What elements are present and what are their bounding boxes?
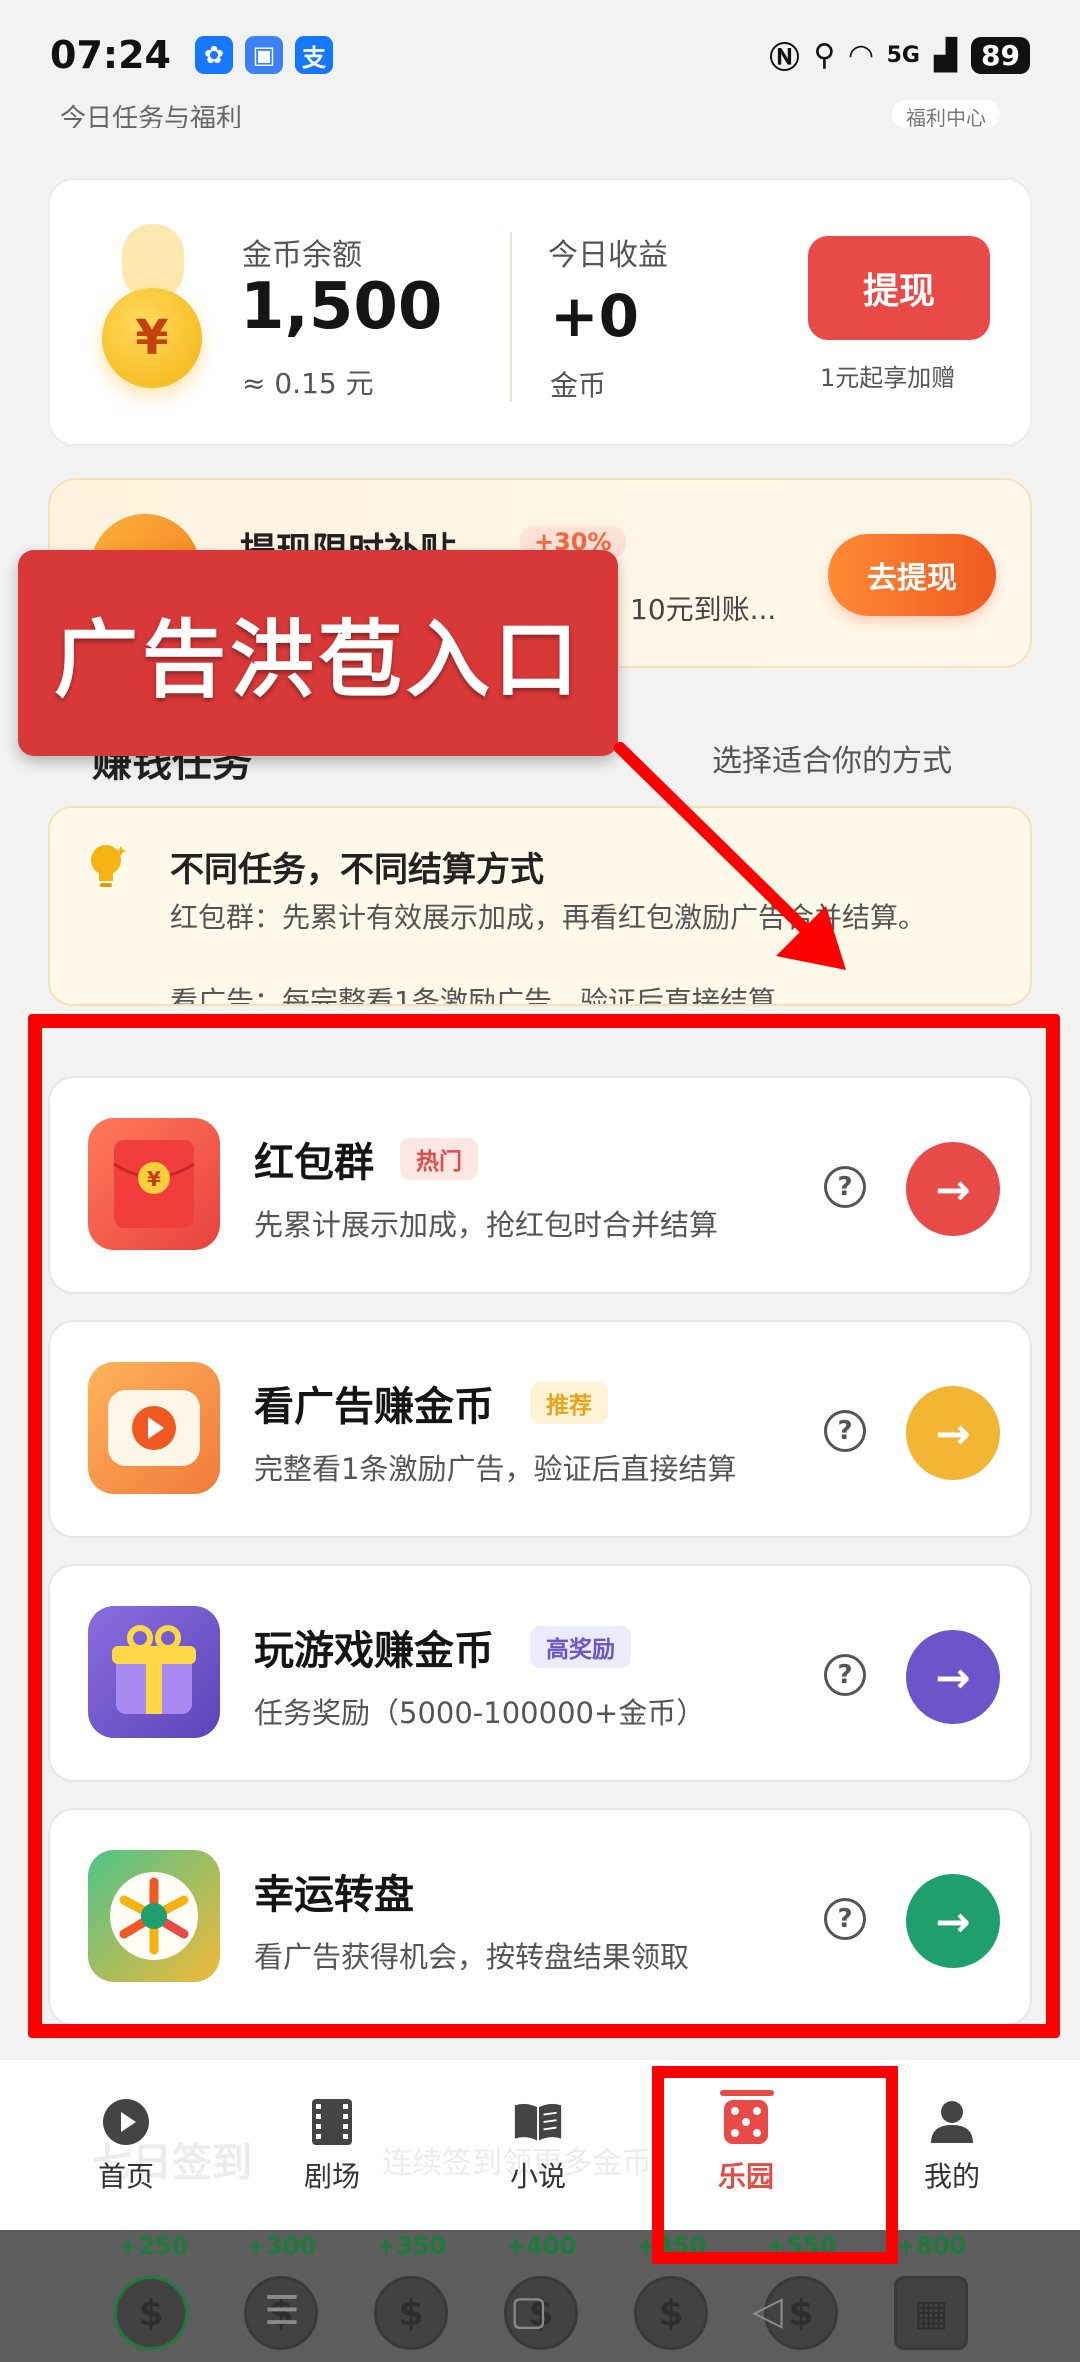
tip-line-red-packet: 红包群：先累计有效展示加成，再看红包激励广告合并结算。 (170, 901, 927, 934)
promo-subtitle: 10元到账... (630, 593, 777, 626)
play-circle-icon (101, 2097, 151, 2147)
status-time: 07:24 (50, 33, 171, 77)
person-icon (927, 2097, 977, 2147)
nfc-icon: Ⓝ (769, 41, 800, 76)
balance-value: 1,500 (240, 270, 443, 344)
alipay-app-icon: 支 (294, 36, 333, 74)
today-earnings-unit: 金币 (550, 369, 607, 402)
coin-icon: $ (374, 2276, 448, 2350)
network-label: 5G (886, 42, 920, 68)
message-app-icon: ▣ (244, 36, 283, 74)
nav-item-home[interactable]: 首页 (26, 2060, 226, 2232)
highlight-frame-playground-tab (652, 2066, 898, 2264)
nav-item-novel[interactable]: 小说 (438, 2060, 638, 2232)
status-indicators: Ⓝ ⚲ ◠ 5G ▟ 89 (770, 33, 1030, 77)
lightbulb-icon (91, 845, 127, 887)
reward-amount: +300 (246, 2232, 317, 2260)
withdraw-note: 1元起享加赠 (820, 364, 956, 392)
signal-icon: ▟ (933, 37, 958, 73)
today-earnings-value: +0 (550, 282, 639, 350)
gold-coin-icon: ¥ (102, 288, 202, 388)
nav-item-theater[interactable]: 剧场 (232, 2060, 432, 2232)
balance-label: 金币余额 (242, 238, 362, 273)
book-icon (513, 2097, 563, 2147)
coin-icon: $ (634, 2276, 708, 2350)
header-title-peek: 今日任务与福利 (60, 104, 243, 128)
settlement-tip-card: 不同任务，不同结算方式 红包群：先累计有效展示加成，再看红包激励广告合并结算。 … (48, 806, 1032, 1006)
withdraw-button[interactable]: 提现 (808, 236, 990, 340)
nav-label: 剧场 (303, 2160, 360, 2193)
reward-amount: +250 (118, 2232, 189, 2260)
today-earnings-label: 今日收益 (548, 238, 668, 273)
coin-balance-card: ¥ 金币余额 1,500 ≈ 0.15 元 今日收益 +0 金币 提现 1元起享… (48, 178, 1032, 446)
home-square-icon[interactable]: ▢ (510, 2288, 548, 2334)
bottom-navigation: 七日签到 连续签到领更多金币 首页 剧场 小说 乐园 我的 (0, 2058, 1080, 2230)
welfare-center-link[interactable]: 福利中心 (892, 100, 1000, 128)
section-hint: 选择适合你的方式 (712, 744, 952, 779)
annotation-banner-text: 广告洪苞入口 (53, 610, 582, 709)
film-icon (307, 2097, 357, 2147)
tip-title: 不同任务，不同结算方式 (170, 850, 544, 890)
treasure-chest-icon: ▦ (894, 2276, 968, 2350)
annotation-banner: 广告洪苞入口 (18, 550, 618, 756)
balance-approx: ≈ 0.15 元 (242, 367, 374, 400)
coin-icon: $ (114, 2276, 188, 2350)
location-icon: ⚲ (813, 37, 836, 73)
nav-label: 我的 (923, 2160, 980, 2193)
go-withdraw-button[interactable]: 去提现 (828, 534, 996, 616)
tip-line-watch-ad: 看广告：每完整看1条激励广告，验证后直接结算。 (170, 985, 804, 1006)
reward-amount: +800 (896, 2232, 967, 2260)
back-triangle-icon[interactable]: ◁ (752, 2288, 783, 2334)
nav-label: 小说 (509, 2160, 566, 2193)
battery-indicator: 89 (971, 36, 1030, 74)
pinwheel-app-icon: ✿ (194, 36, 233, 74)
divider (510, 232, 512, 402)
highlight-frame-tasks (28, 1014, 1060, 2038)
reward-amount: +350 (376, 2232, 447, 2260)
wifi-icon: ◠ (849, 37, 873, 73)
reward-amount: +400 (506, 2232, 577, 2260)
status-bar: 07:24 ✿ ▣ 支 Ⓝ ⚲ ◠ 5G ▟ 89 (0, 0, 1080, 110)
nav-label: 首页 (97, 2160, 154, 2193)
menu-icon[interactable]: ☰ (264, 2288, 300, 2334)
